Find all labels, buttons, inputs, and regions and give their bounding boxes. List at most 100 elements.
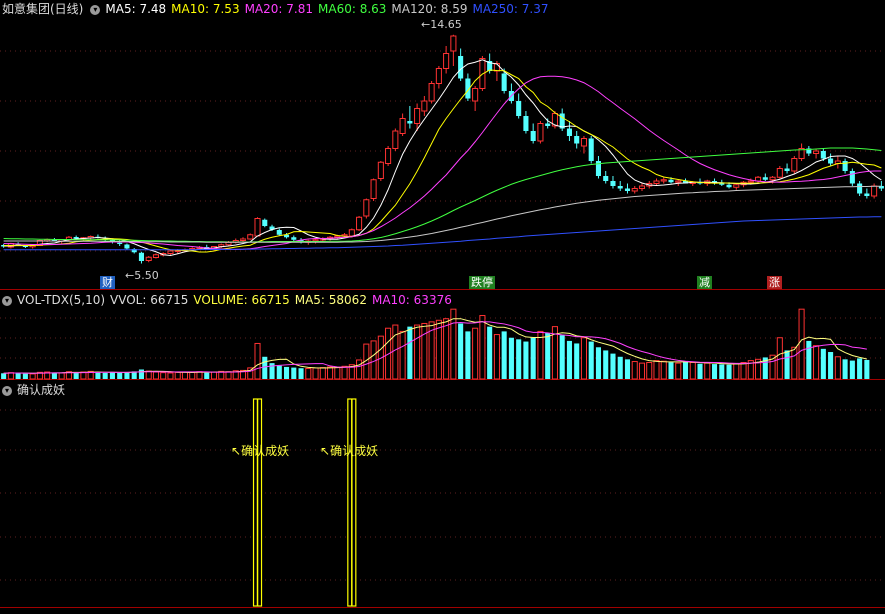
candle-body xyxy=(399,118,406,134)
candle-body xyxy=(653,180,660,184)
volume-bar xyxy=(341,365,348,380)
volume-bar xyxy=(51,372,57,379)
candle-body xyxy=(857,183,863,194)
volume-bar xyxy=(653,360,660,380)
candle-body xyxy=(537,123,544,142)
volume-bar xyxy=(704,362,711,380)
candle-body xyxy=(414,108,421,124)
candle-body xyxy=(719,183,725,185)
low-price-label: ←5.50 xyxy=(125,269,159,282)
volume-bar xyxy=(711,364,718,379)
candle-body xyxy=(769,176,776,181)
candle-body xyxy=(580,138,587,147)
volume-bar xyxy=(414,324,421,380)
ma-legend-item-value: 7.53 xyxy=(212,2,240,16)
volume-bar xyxy=(435,319,442,380)
volume-bar xyxy=(189,371,196,380)
volume-indicator-title: VOL-TDX(5,10) xyxy=(17,293,106,307)
ma-legend-item-0: MA5: 7.48 xyxy=(105,2,166,16)
volume-bar xyxy=(595,347,602,379)
candle-body xyxy=(784,168,790,171)
candle-body xyxy=(588,138,594,161)
volume-bar xyxy=(784,350,790,379)
ma-legend-item-5: MA250: 7.37 xyxy=(472,2,548,16)
volume-bar xyxy=(864,359,870,379)
candle-body xyxy=(813,150,820,154)
volume-bar xyxy=(813,345,820,380)
volume-bar xyxy=(276,365,282,379)
ma-legend-item-label: MA60: xyxy=(318,2,360,16)
candle-body xyxy=(450,35,457,52)
candle-body xyxy=(443,53,450,69)
volume-bar xyxy=(849,360,855,379)
candle-body xyxy=(624,188,631,191)
ma-legend-item-label: MA10: xyxy=(171,2,213,16)
volume-bar xyxy=(124,372,130,379)
volume-bar xyxy=(167,372,174,380)
volume-bar xyxy=(210,371,218,380)
volume-bar xyxy=(254,342,261,380)
volume-bar xyxy=(204,372,210,379)
volume-bar xyxy=(298,368,304,379)
candle-body xyxy=(276,230,282,235)
dropdown-circle-icon[interactable]: ▾ xyxy=(2,295,12,306)
volume-bar xyxy=(327,366,334,380)
volume-bar xyxy=(675,362,682,380)
candle-body xyxy=(871,185,878,197)
volume-bar xyxy=(95,372,101,379)
volume-bar xyxy=(102,372,108,379)
volume-bar xyxy=(160,372,167,380)
volume-bar xyxy=(682,361,689,379)
vol-legend-item-1: VOLUME: 66715 xyxy=(193,293,289,307)
volume-bar xyxy=(523,341,529,379)
volume-bar xyxy=(834,356,841,380)
candle-body xyxy=(370,179,377,199)
candle-body xyxy=(472,88,479,102)
candle-body xyxy=(421,100,428,112)
volume-bar xyxy=(668,362,674,379)
marker-cai[interactable]: 财 xyxy=(100,276,115,289)
candle-body xyxy=(312,239,319,242)
volume-bar xyxy=(1,373,7,379)
marker-dieting[interactable]: 跌停 xyxy=(469,276,495,289)
ma-legend-item-label: MA120: xyxy=(391,2,441,16)
volume-bar xyxy=(537,330,544,380)
volume-bar xyxy=(319,367,326,380)
candle-body xyxy=(610,181,616,186)
candle-body xyxy=(545,123,551,126)
ma-legend-item-label: MA5: xyxy=(105,2,140,16)
ma-legend-item-value: 7.48 xyxy=(139,2,167,16)
volume-bar xyxy=(174,371,181,380)
volume-bar xyxy=(181,371,189,380)
candle-body xyxy=(733,184,740,188)
candle-body xyxy=(262,219,268,226)
ma-legend-item-value: 7.81 xyxy=(286,2,313,16)
stock-chart-window[interactable]: 如意集团(日线) ▾ MA5: 7.48 MA10: 7.53 MA20: 7.81 MA… xyxy=(0,0,885,614)
candle-body xyxy=(660,179,667,182)
volume-bar xyxy=(305,368,312,380)
main-header: 如意集团(日线) ▾ MA5: 7.48 MA10: 7.53 MA20: 7.81 MA… xyxy=(2,1,559,17)
vol-legend-item-label: VVOL: xyxy=(110,293,151,307)
volume-bar xyxy=(356,359,363,380)
volume-bar xyxy=(392,324,399,380)
volume-bar xyxy=(624,359,631,379)
candle-body xyxy=(820,151,826,159)
dropdown-circle-icon[interactable]: ▾ xyxy=(2,385,12,396)
volume-bar xyxy=(559,335,565,379)
marker-zhang[interactable]: 涨 xyxy=(767,276,782,289)
candle-body xyxy=(334,235,341,238)
candle-body xyxy=(530,131,536,141)
ma-legend-item-label: MA20: xyxy=(244,2,287,16)
candle-body xyxy=(523,116,529,131)
indicator-header: ▾ 确认成妖 xyxy=(2,382,70,398)
ma-legend-item-value: 7.37 xyxy=(521,2,549,16)
volume-bar xyxy=(109,372,115,379)
volume-bar xyxy=(516,339,522,379)
volume-bar xyxy=(479,315,486,380)
candle-body xyxy=(167,250,174,254)
volume-bar xyxy=(29,373,36,380)
signal-annotation: ↖确认成妖 xyxy=(320,444,379,458)
candle-body xyxy=(291,237,297,240)
dropdown-circle-icon[interactable]: ▾ xyxy=(90,4,101,15)
marker-jian[interactable]: 减 xyxy=(697,276,712,289)
